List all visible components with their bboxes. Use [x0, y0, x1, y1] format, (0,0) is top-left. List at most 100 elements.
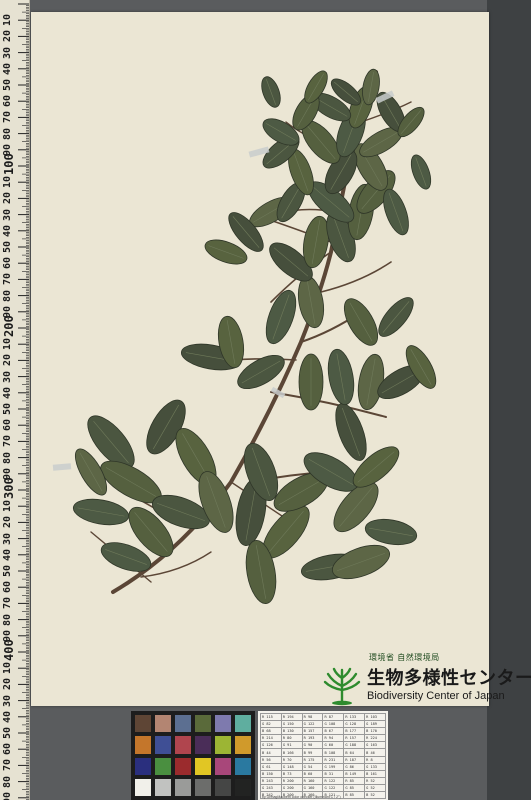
ruler-tick-label: 60 — [2, 257, 13, 270]
ruler-tick-label: 30 — [2, 46, 13, 59]
ruler-tick-label: 40 — [2, 548, 13, 561]
table-cell: B 149 — [343, 769, 366, 778]
table-cell: B 161 — [364, 769, 386, 778]
color-patch — [235, 778, 251, 796]
table-cell: R 160 — [301, 776, 324, 785]
color-patch — [215, 715, 231, 733]
ruler-tick-label: 80 — [2, 775, 13, 788]
table-row: R 243 R 200 R 160 R 122 R 85 R 52 — [260, 776, 386, 785]
table-cell: R 194 — [280, 712, 303, 722]
color-patch — [135, 715, 151, 733]
color-patch — [135, 736, 151, 754]
color-patch — [215, 778, 231, 796]
table-cell: R 193 — [301, 734, 324, 743]
ruler-tick-label: 80 — [2, 127, 13, 140]
table-cell: B 60 — [301, 769, 324, 778]
ruler-tick-label: 60 — [2, 743, 13, 756]
table-cell: G 128 — [343, 720, 366, 729]
table-row: G 82 G 150 G 122 G 108 G 128 G 189 — [260, 720, 386, 729]
table-cell: B 166 — [280, 748, 303, 757]
ruler-tick-label: 80 — [2, 451, 13, 464]
color-patch — [195, 736, 211, 754]
table-cell: R 8 — [364, 755, 386, 764]
ruler-tick-label: 100 — [2, 153, 16, 175]
table-row: R 115 R 194 R 98 R 87 R 133 R 103 — [260, 712, 386, 722]
ruler-tick-label: 20 — [2, 678, 13, 691]
ruler-tick-label: 50 — [2, 240, 13, 253]
table-cell: G 188 — [343, 741, 366, 750]
table-cell: G 86 — [343, 762, 366, 771]
ruler-tick-label: 30 — [2, 532, 13, 545]
table-row: G 126 G 91 G 90 G 60 G 188 G 163 — [260, 741, 386, 750]
table-cell: B 177 — [343, 727, 366, 736]
ruler-tick-label: 60 — [2, 419, 13, 432]
ruler-tick-label: 20 — [2, 192, 13, 205]
table-cell: R 133 — [343, 712, 366, 722]
table-cell: G 126 — [260, 741, 282, 750]
ruler-tick-label: 20 — [2, 516, 13, 529]
ruler-tick-label: 50 — [2, 78, 13, 91]
table-cell: R 157 — [343, 734, 366, 743]
ruler-tick-label: 400 — [2, 639, 16, 661]
table-cell: R 200 — [280, 776, 303, 785]
color-patch — [175, 778, 191, 796]
ruler-tick-label: 60 — [2, 95, 13, 108]
table-cell: G 82 — [260, 720, 282, 729]
ruler-tick-label: 30 — [2, 370, 13, 383]
table-cell: R 175 — [301, 755, 324, 764]
ruler-tick-label: 50 — [2, 726, 13, 739]
ruler-tick-label: 70 — [2, 759, 13, 772]
table-cell: R 94 — [322, 734, 345, 743]
color-patch — [175, 757, 191, 775]
ruler: 10 20 30 40 50 60 70 80 90 100 10 20 30 40 50 60 70 80 90 2… — [0, 0, 30, 800]
table-cell: B 150 — [260, 769, 282, 778]
table-row: G 61 G 148 G 54 G 199 G 86 G 133 — [260, 762, 386, 771]
table-cell: G 85 — [343, 783, 366, 793]
table-cell: G 54 — [301, 762, 324, 771]
color-patch — [155, 757, 171, 775]
table-cell: G 133 — [364, 762, 386, 771]
table-cell: B 44 — [260, 748, 282, 757]
table-cell: G 160 — [301, 783, 324, 793]
table-cell: G 108 — [322, 720, 345, 729]
table-cell: B 64 — [343, 748, 366, 757]
color-reference-caption: by GretagMacbeth color checker (Illumina… — [262, 795, 341, 799]
table-cell: G 150 — [280, 720, 303, 729]
specimen-scan: 10 20 30 40 50 60 70 80 90 100 10 20 30 40 50 60 70 80 90 2… — [0, 0, 531, 800]
table-cell: B 108 — [322, 748, 345, 757]
table-cell: R 85 — [343, 776, 366, 785]
table-row: B 68 B 130 B 157 B 67 B 177 B 170 — [260, 727, 386, 736]
table-cell: G 60 — [322, 741, 345, 750]
table-row: B 150 B 73 B 60 B 31 B 149 B 161 — [260, 769, 386, 778]
institution-label: 環境省 自然環境局 生物多様性センター Biodiversity Center … — [321, 652, 531, 712]
color-patch — [175, 736, 191, 754]
table-cell: G 61 — [260, 762, 282, 771]
table-cell: R 103 — [364, 712, 386, 722]
ruler-tick-label: 40 — [2, 386, 13, 399]
table-cell: G 189 — [364, 720, 386, 729]
table-cell: B 130 — [280, 727, 303, 736]
table-cell: R 214 — [260, 734, 282, 743]
color-patch — [195, 778, 211, 796]
table-row: R 56 R 70 R 175 R 231 R 187 R 8 — [260, 755, 386, 764]
ruler-tick-label: 90 — [2, 791, 13, 800]
table-cell: B 99 — [301, 748, 324, 757]
ruler-tick-label: 40 — [2, 62, 13, 75]
table-cell: R 231 — [322, 755, 345, 764]
ruler-tick-label: 70 — [2, 597, 13, 610]
table-cell: G 148 — [280, 762, 303, 771]
table-cell: G 52 — [364, 783, 386, 793]
color-patch — [235, 757, 251, 775]
color-patch — [155, 778, 171, 796]
color-patch — [215, 757, 231, 775]
ruler-tick-label: 80 — [2, 613, 13, 626]
table-cell: B 67 — [322, 727, 345, 736]
table-cell: G 243 — [260, 783, 282, 793]
color-patch — [215, 736, 231, 754]
color-patch — [235, 715, 251, 733]
ruler-tick-label: 40 — [2, 710, 13, 723]
ruler-tick-label: 40 — [2, 224, 13, 237]
table-cell: B 157 — [301, 727, 324, 736]
ruler-tick-label: 50 — [2, 564, 13, 577]
ruler-tick-label: 300 — [2, 477, 16, 499]
